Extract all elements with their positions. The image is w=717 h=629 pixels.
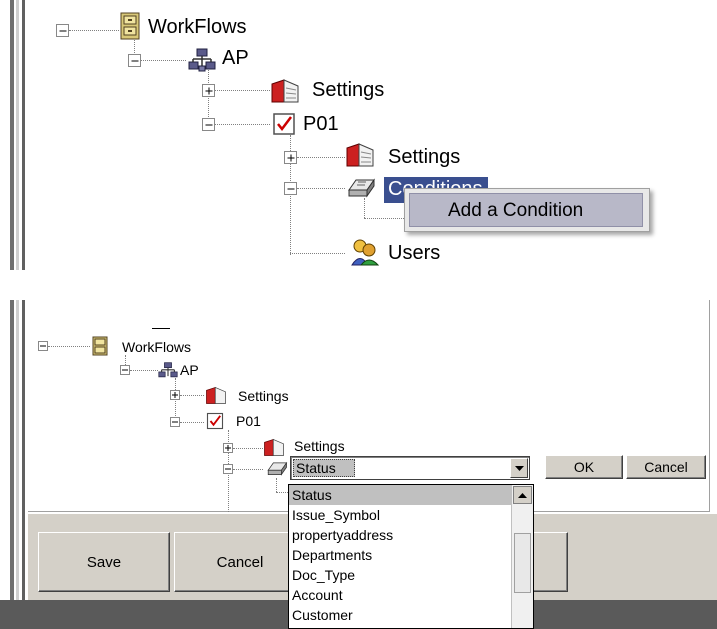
collapse-conditions-icon[interactable] [284,182,297,195]
dropdown-option[interactable]: Account [289,585,511,605]
p01-checkbox-icon [206,412,224,430]
tree-item-workflows[interactable]: WorkFlows [122,339,191,355]
tree-item-p01-settings[interactable]: Settings [388,146,460,169]
condition-select-value: Status [296,460,336,476]
left-frame-border [10,300,14,629]
save-button-label: Save [86,553,122,571]
tree-item-settings[interactable]: Settings [312,79,384,102]
workflows-cabinet-icon [92,336,108,356]
add-condition-label: Add a Condition [448,200,584,221]
left-frame-line [22,0,25,270]
tree-line [233,448,263,449]
footer-cancel-button[interactable]: Cancel [174,532,306,592]
collapse-p01-icon[interactable] [202,118,215,131]
tree-item-p01-settings[interactable]: Settings [294,438,345,454]
context-menu: Add a Condition [404,188,650,232]
tree-item-ap[interactable]: AP [222,47,249,70]
p01-checkbox-icon [272,112,296,136]
tree-item-workflows[interactable]: WorkFlows [148,16,247,39]
collapse-workflows-icon[interactable] [38,341,48,351]
chevron-up-icon [518,492,527,498]
p01-settings-book-icon [263,438,285,457]
condition-select[interactable]: Status [290,456,530,480]
tree-item-p01[interactable]: P01 [236,413,261,429]
dropdown-option[interactable]: Doc_Type [289,565,511,585]
ok-button-label: OK [573,459,595,475]
collapse-conditions-icon[interactable] [223,464,233,474]
ok-button[interactable]: OK [545,455,623,479]
dropdown-option[interactable]: Departments [289,545,511,565]
context-menu-item-add-condition[interactable]: Add a Condition [409,193,643,227]
ap-network-icon [158,362,178,379]
tree-line [69,30,119,31]
scroll-thumb[interactable] [514,533,531,593]
tree-line [215,124,270,125]
conditions-tray-icon [346,174,376,200]
tree-item-p01[interactable]: P01 [303,113,339,136]
collapse-ap-icon[interactable] [120,365,130,375]
workflows-text-underline [152,328,170,329]
cancel-button[interactable]: Cancel [626,455,706,479]
settings-book-icon [205,386,227,405]
tree-item-users[interactable]: Users [388,242,440,265]
collapse-p01-icon[interactable] [170,417,180,427]
tree-line [233,469,263,470]
dropdown-option[interactable]: Issue_Symbol [289,505,511,525]
scroll-up-button[interactable] [513,486,532,504]
save-button[interactable]: Save [38,532,170,592]
left-frame-inner [16,300,19,629]
tree-line [141,60,186,61]
expand-p01-settings-icon[interactable] [284,151,297,164]
p01-settings-book-icon [345,142,375,168]
condition-dropdown-list: Status Issue_Symbol propertyaddress Departm… [288,484,534,629]
tree-line [48,346,90,347]
tree-line [175,378,176,422]
tree-line [364,198,365,218]
tree-line [180,395,204,396]
expand-settings-icon[interactable] [202,84,215,97]
tree-item-ap[interactable]: AP [180,362,199,378]
footer-cancel-button-label: Cancel [216,553,264,571]
dropdown-option[interactable]: propertyaddress [289,525,511,545]
tree-line [130,370,158,371]
left-frame-line [22,300,25,629]
dropdown-scrollbar[interactable] [511,485,533,628]
tree-line [276,478,277,492]
tree-line [208,70,209,125]
expand-settings-icon[interactable] [170,390,180,400]
users-people-icon [350,238,380,266]
dropdown-options: Status Issue_Symbol propertyaddress Departm… [289,485,511,625]
cancel-button-label: Cancel [644,459,688,475]
workflows-cabinet-icon [120,12,140,40]
dropdown-arrow-button[interactable] [510,458,528,478]
tree-view-border [28,300,710,512]
collapse-workflows-icon[interactable] [56,24,69,37]
tree-line [297,157,345,158]
bottom-panel: WorkFlows AP Settings P01 Settings Statu… [0,300,717,629]
dropdown-option[interactable]: Customer [289,605,511,625]
tree-line [290,253,345,254]
tree-line [297,188,345,189]
settings-book-icon [270,78,300,104]
expand-p01-settings-icon[interactable] [223,443,233,453]
left-frame-inner [16,0,19,270]
dropdown-option[interactable]: Status [289,485,511,505]
chevron-down-icon [514,465,524,471]
top-tree-panel: WorkFlows AP Settings P01 Settings Condi… [0,0,717,272]
left-frame-border [10,0,14,270]
tree-line [215,90,270,91]
ap-network-icon [188,48,216,72]
tree-item-settings[interactable]: Settings [238,388,289,404]
collapse-ap-icon[interactable] [128,54,141,67]
tree-line [180,422,204,423]
tree-line [364,218,404,219]
conditions-tray-icon [266,458,288,478]
